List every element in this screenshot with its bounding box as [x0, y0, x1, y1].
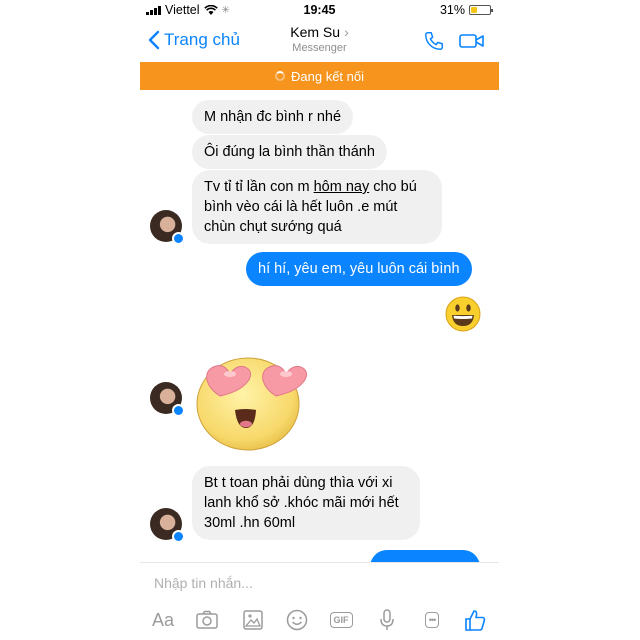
conversation-title[interactable]: Kem Su › Messenger [140, 24, 499, 54]
gallery-icon[interactable] [240, 607, 266, 633]
camera-icon[interactable] [194, 607, 220, 633]
message-text: Bt t toan phải dùng thìa với xi [204, 475, 393, 491]
video-call-icon[interactable] [459, 31, 485, 51]
message-text: chùn chụt sướng quá [204, 219, 342, 235]
message-bubble-partial[interactable] [370, 550, 480, 562]
messenger-badge-icon [172, 404, 185, 417]
grinning-face-emoji-icon[interactable] [445, 296, 481, 332]
app-name: Messenger [292, 42, 347, 54]
message-bubble[interactable]: M nhận đc bình r nhé [192, 100, 354, 134]
emoji-icon[interactable] [284, 607, 310, 633]
message-composer: Nhập tin nhắn... Aa GIF ••• [140, 562, 499, 640]
message-text: bình vèo cái là hết luôn .e mút [204, 199, 398, 215]
message-text: hí hí, yêu em, yêu luôn cái bình [258, 261, 460, 277]
message-text: cho bú [369, 179, 417, 195]
thumbs-up-icon[interactable] [462, 607, 488, 633]
message-input[interactable]: Nhập tin nhắn... [154, 575, 253, 591]
avatar[interactable] [150, 508, 185, 543]
battery-icon [469, 5, 493, 15]
status-bar: Viettel ✳ 19:45 31% [140, 0, 499, 20]
messenger-badge-icon [172, 530, 185, 543]
contact-name: Kem Su [290, 24, 341, 40]
date-link[interactable]: hôm nay [314, 179, 370, 195]
chevron-right-icon: › [344, 24, 349, 40]
message-text: lanh khổ sở .khóc mãi mới hết [204, 495, 399, 511]
message-text: Tv tỉ tỉ lần con m [204, 179, 314, 195]
message-text: 30ml .hn 60ml [204, 515, 296, 531]
nav-bar: Trang chủ Kem Su › Messenger [140, 20, 499, 62]
message-bubble[interactable]: hí hí, yêu em, yêu luôn cái bình [246, 252, 472, 286]
message-thread[interactable]: M nhận đc bình r nhé Ôi đúng la bình thầ… [140, 90, 499, 562]
composer-toolbar: Aa GIF ••• [140, 607, 499, 635]
message-text: Ôi đúng la bình thần thánh [204, 144, 375, 160]
more-options-button[interactable]: ••• [418, 607, 446, 633]
text-format-button[interactable]: Aa [150, 607, 176, 633]
gif-label: GIF [329, 612, 353, 628]
avatar[interactable] [150, 382, 185, 417]
spinner-icon [275, 71, 285, 81]
connection-status-bar: Đang kết nối [140, 62, 499, 90]
message-bubble[interactable]: Bt t toan phải dùng thìa với xi lanh khổ… [192, 466, 420, 540]
message-text: M nhận đc bình r nhé [204, 109, 342, 125]
connection-status-text: Đang kết nối [291, 68, 364, 84]
message-bubble[interactable]: Ôi đúng la bình thần thánh [192, 135, 387, 169]
battery-percent: 31% [439, 3, 465, 17]
phone-call-icon[interactable] [423, 30, 445, 52]
microphone-icon[interactable] [374, 607, 400, 633]
messenger-badge-icon [172, 232, 185, 245]
messenger-screen: Viettel ✳ 19:45 31% Trang chủ Kem Su › Me… [140, 0, 499, 640]
message-bubble[interactable]: Tv tỉ tỉ lần con m hôm nay cho bú bình v… [192, 170, 442, 244]
gif-button[interactable]: GIF [328, 607, 354, 633]
more-label: ••• [424, 612, 440, 628]
avatar[interactable] [150, 210, 185, 245]
heart-eyes-face-sticker-icon[interactable] [190, 348, 312, 452]
